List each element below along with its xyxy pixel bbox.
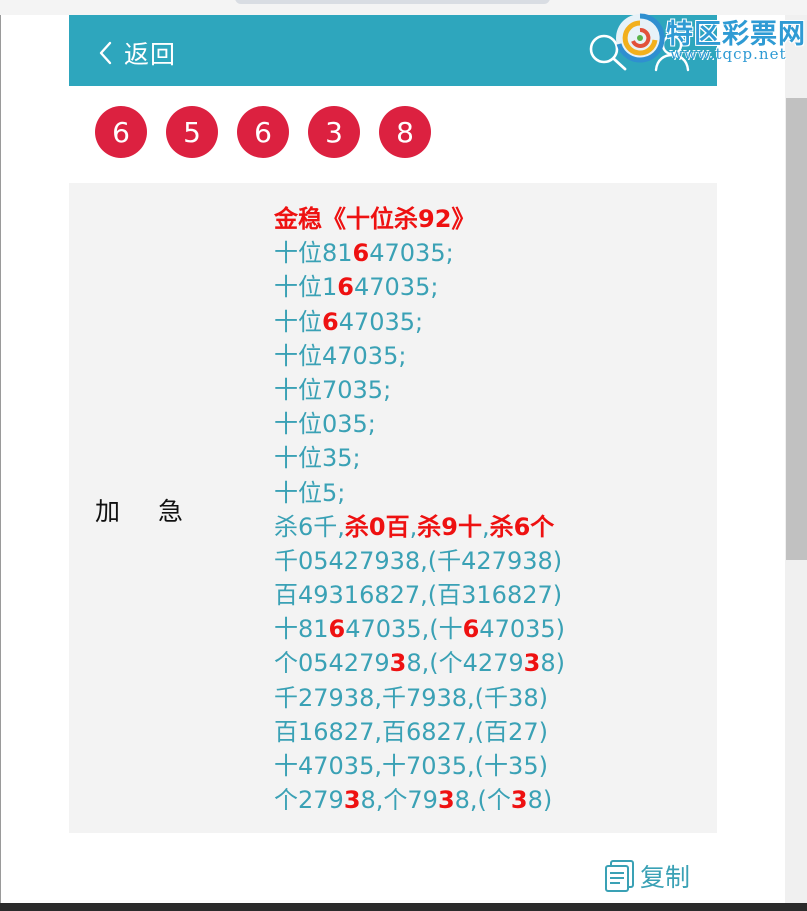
line-text: 47035; <box>338 307 424 336</box>
taskbar-strip <box>0 903 807 911</box>
prediction-line: 百16827,百6827,(百27) <box>274 715 714 749</box>
logo-url: www.tqcp.net <box>670 45 787 63</box>
prediction-line: 个05427938,(个427938) <box>274 646 714 680</box>
line-text: 千05427938,(千427938) <box>274 546 563 575</box>
line-text: 47035; <box>369 239 454 268</box>
line-text: 十位5; <box>274 478 346 507</box>
highlight-text: 6 <box>322 307 339 336</box>
line-text: 十位035; <box>274 410 376 439</box>
chevron-left-icon <box>99 41 112 65</box>
window-edge <box>0 15 1 903</box>
copy-button[interactable]: 复制 <box>604 858 690 894</box>
highlight-text: 杀9十 <box>417 512 482 541</box>
prediction-line: 十位5; <box>274 476 714 510</box>
prediction-line: 十位7035; <box>274 373 714 407</box>
back-button[interactable]: 返回 <box>96 33 176 73</box>
highlight-text: 3 <box>389 649 407 678</box>
line-text: 47035; <box>353 273 439 302</box>
prediction-line: 十位1647035; <box>274 270 714 304</box>
line-text: 十81 <box>274 615 329 644</box>
line-text: 百16827,百6827,(百27) <box>274 717 548 746</box>
line-text: 十位1 <box>274 273 338 302</box>
scrollbar-thumb[interactable] <box>786 98 807 560</box>
line-text: , <box>481 512 490 541</box>
prediction-line: 十位47035; <box>274 339 714 373</box>
highlight-text: 3 <box>343 786 361 815</box>
highlight-text: 6 <box>328 615 346 644</box>
prediction-line: 千27938,千7938,(千38) <box>274 681 714 715</box>
prediction-line: 十位035; <box>274 407 714 441</box>
prediction-line: 十位81647035; <box>274 236 714 270</box>
highlight-text: 3 <box>523 649 541 678</box>
line-text: 千27938,千7938,(千38) <box>274 683 548 712</box>
prediction-line: 十47035,十7035,(十35) <box>274 749 714 783</box>
line-text: 十位 <box>274 307 322 336</box>
line-text: 47035,(十 <box>345 615 463 644</box>
back-label: 返回 <box>124 40 177 69</box>
number-ball: 6 <box>237 106 289 158</box>
prediction-line: 十81647035,(十647035) <box>274 612 714 646</box>
prediction-line: 十位35; <box>274 441 714 475</box>
number-ball: 6 <box>95 106 147 158</box>
highlight-text: 6 <box>462 615 480 644</box>
line-text: 8,个79 <box>360 786 438 815</box>
number-ball: 8 <box>379 106 431 158</box>
prediction-line: 千05427938,(千427938) <box>274 544 714 578</box>
prediction-text: 金稳《十位杀92》 十位81647035; 十位1647035; 十位647035;… <box>274 202 714 817</box>
line-text: 个054279 <box>274 649 390 678</box>
address-bar[interactable] <box>235 0 550 4</box>
prediction-title: 金稳《十位杀92》 <box>274 205 476 233</box>
prediction-line: 十位647035; <box>274 305 714 339</box>
highlight-text: 6 <box>352 239 370 268</box>
line-text: 杀6千, <box>274 512 345 541</box>
line-text: 十位47035; <box>274 341 407 370</box>
site-logo: 特区彩票网 www.tqcp.net <box>612 10 805 70</box>
prediction-line: 百49316827,(百316827) <box>274 578 714 612</box>
number-ball: 3 <box>308 106 360 158</box>
line-text: 百49316827,(百316827) <box>274 581 563 610</box>
prediction-line: 杀6千,杀0百,杀9十,杀6个 <box>274 510 714 544</box>
line-text: 47035) <box>479 615 566 644</box>
line-text: 十位81 <box>274 239 353 268</box>
urgent-char-1: 加 <box>95 497 121 526</box>
highlight-text: 3 <box>437 786 455 815</box>
prediction-line: 个27938,个7938,(个38) <box>274 783 714 817</box>
line-text: 8,(个 <box>454 786 511 815</box>
line-text: 十位7035; <box>274 375 392 404</box>
line-text: 8,(个4279 <box>406 649 524 678</box>
line-text: 8) <box>527 786 553 815</box>
line-text: 8) <box>540 649 566 678</box>
highlight-text: 杀6个 <box>489 512 555 541</box>
highlight-text: 6 <box>337 273 354 302</box>
urgent-char-2: 急 <box>158 497 184 526</box>
line-text: 十位35; <box>274 444 361 473</box>
line-text: 个279 <box>274 786 344 815</box>
copy-label: 复制 <box>640 863 691 892</box>
highlight-text: 杀0百 <box>344 512 410 541</box>
result-balls: 65638 <box>95 106 450 158</box>
urgent-label: 加 急 <box>95 492 183 528</box>
logo-swirl-icon <box>616 13 665 63</box>
copy-document-icon <box>605 860 634 892</box>
highlight-text: 3 <box>510 786 528 815</box>
line-text: 十47035,十7035,(十35) <box>274 752 548 780</box>
number-ball: 5 <box>166 106 218 158</box>
